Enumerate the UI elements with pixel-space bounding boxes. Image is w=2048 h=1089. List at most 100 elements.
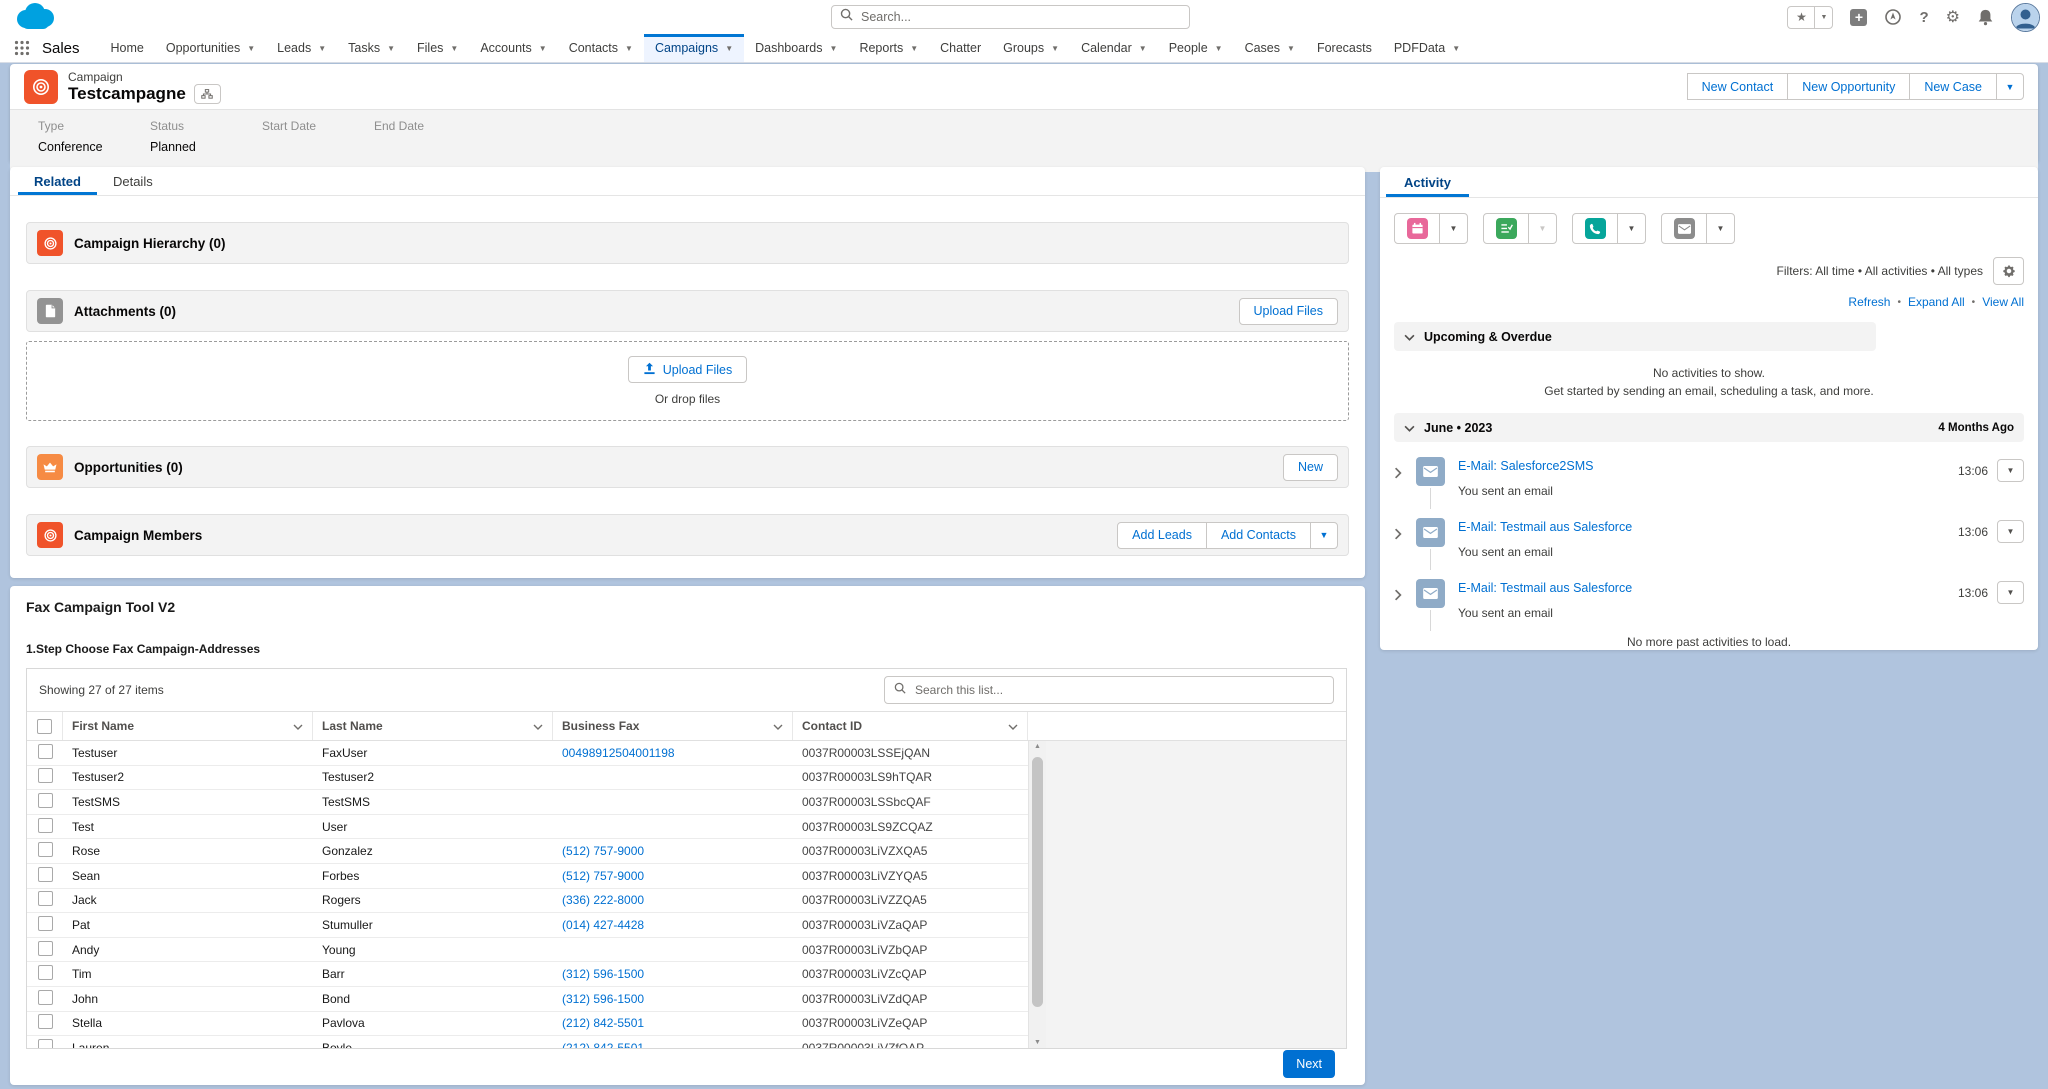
nav-tab[interactable]: PDFData ▼ [1383, 34, 1471, 62]
table-row[interactable]: Stella Pavlova (212) 842-5501 0037R00003… [27, 1012, 1028, 1037]
table-row[interactable]: Rose Gonzalez (512) 757-9000 0037R00003L… [27, 839, 1028, 864]
chevron-down-icon[interactable]: ▼ [247, 44, 255, 53]
favorites-star-icon[interactable]: ★ [1788, 7, 1815, 28]
chevron-down-icon[interactable]: ▼ [1215, 44, 1223, 53]
chevron-down-icon[interactable]: ▼ [1051, 44, 1059, 53]
guidance-center-icon[interactable] [1884, 8, 1902, 26]
chevron-down-icon[interactable] [1008, 719, 1018, 733]
chevron-down-icon[interactable]: ▼ [830, 44, 838, 53]
activity-title-link[interactable]: E-Mail: Testmail aus Salesforce [1458, 581, 1958, 595]
scroll-up-arrow[interactable]: ▲ [1029, 743, 1046, 750]
activity-actions-dropdown-button[interactable]: ▼ [1997, 581, 2024, 604]
global-search[interactable] [831, 5, 1190, 29]
notifications-bell-icon[interactable] [1977, 8, 1994, 26]
cell-business-fax[interactable]: (014) 427-4428 [553, 918, 793, 932]
global-search-input[interactable] [859, 9, 1181, 25]
record-action-button[interactable]: New Case [1909, 73, 1997, 100]
table-row[interactable]: Test User 0037R00003LS9ZCQAZ [27, 815, 1028, 840]
record-action-button[interactable]: New Contact [1687, 73, 1789, 100]
record-tab[interactable]: Details [97, 167, 169, 195]
expand-chevron-icon[interactable] [1394, 588, 1410, 606]
nav-tab[interactable]: Home ▼ [100, 34, 155, 62]
chevron-down-icon[interactable]: ▼ [1452, 44, 1460, 53]
email-dropdown-button[interactable]: ▼ [1706, 213, 1735, 244]
table-row[interactable]: Lauren Boyle (212) 842-5501 0037R00003Li… [27, 1036, 1028, 1048]
view-all-link[interactable]: View All [1982, 295, 2024, 309]
upcoming-overdue-section[interactable]: Upcoming & Overdue [1394, 322, 1876, 351]
campaign-hierarchy-section[interactable]: Campaign Hierarchy (0) [26, 222, 1349, 264]
expand-chevron-icon[interactable] [1394, 466, 1410, 484]
row-checkbox[interactable] [38, 867, 53, 882]
app-launcher-icon[interactable] [14, 34, 30, 62]
call-dropdown-button[interactable]: ▼ [1617, 213, 1646, 244]
log-a-call-button[interactable] [1572, 213, 1618, 244]
select-all-checkbox[interactable] [37, 719, 52, 734]
view-campaign-hierarchy-button[interactable] [194, 84, 221, 104]
row-checkbox[interactable] [38, 768, 53, 783]
chevron-down-icon[interactable]: ▼ [725, 44, 733, 53]
scrollbar-thumb[interactable] [1032, 757, 1043, 1007]
nav-tab[interactable]: Cases ▼ [1234, 34, 1306, 62]
row-checkbox[interactable] [38, 916, 53, 931]
cell-business-fax[interactable]: (212) 842-5501 [553, 1041, 793, 1048]
campaign-members-dropdown-button[interactable]: ▼ [1310, 522, 1338, 549]
new-event-button[interactable] [1394, 213, 1440, 244]
activity-actions-dropdown-button[interactable]: ▼ [1997, 520, 2024, 543]
file-dropzone[interactable]: Upload Files Or drop files [26, 341, 1349, 421]
column-header-contact-id[interactable]: Contact ID [793, 712, 1028, 740]
chevron-down-icon[interactable]: ▼ [450, 44, 458, 53]
nav-tab[interactable]: Leads ▼ [266, 34, 337, 62]
cell-business-fax[interactable]: (212) 842-5501 [553, 1016, 793, 1030]
row-checkbox[interactable] [38, 793, 53, 808]
activity-settings-gear-icon[interactable] [1993, 257, 2024, 285]
column-header-last-name[interactable]: Last Name [313, 712, 553, 740]
chevron-down-icon[interactable] [773, 719, 783, 733]
chevron-down-icon[interactable]: ▼ [910, 44, 918, 53]
nav-tab[interactable]: Chatter ▼ [929, 34, 992, 62]
nav-tab[interactable]: Reports ▼ [848, 34, 929, 62]
chevron-down-icon[interactable]: ▼ [539, 44, 547, 53]
cell-business-fax[interactable]: (312) 596-1500 [553, 967, 793, 981]
row-checkbox[interactable] [38, 965, 53, 980]
setup-gear-icon[interactable]: ⚙ [1946, 7, 1960, 27]
nav-tab[interactable]: Groups ▼ [992, 34, 1070, 62]
activity-title-link[interactable]: E-Mail: Salesforce2SMS [1458, 459, 1958, 473]
row-checkbox[interactable] [38, 818, 53, 833]
row-checkbox[interactable] [38, 891, 53, 906]
new-task-button[interactable] [1483, 213, 1529, 244]
cell-business-fax[interactable]: (312) 596-1500 [553, 992, 793, 1006]
expand-chevron-icon[interactable] [1394, 527, 1410, 545]
add-contacts-button[interactable]: Add Contacts [1206, 522, 1311, 549]
row-checkbox[interactable] [38, 1039, 53, 1048]
more-actions-dropdown-button[interactable]: ▼ [1996, 73, 2024, 100]
table-row[interactable]: Jack Rogers (336) 222-8000 0037R00003LiV… [27, 889, 1028, 914]
task-dropdown-button[interactable]: ▼ [1528, 213, 1557, 244]
expand-all-link[interactable]: Expand All [1908, 295, 1965, 309]
email-button[interactable] [1661, 213, 1707, 244]
nav-tab[interactable]: Campaigns ▼ [644, 34, 744, 62]
month-section[interactable]: June • 2023 4 Months Ago [1394, 413, 2024, 442]
next-button[interactable]: Next [1283, 1050, 1335, 1078]
column-header-first-name[interactable]: First Name [63, 712, 313, 740]
nav-tab[interactable]: Tasks ▼ [337, 34, 406, 62]
attachments-section[interactable]: Attachments (0) Upload Files [26, 290, 1349, 332]
refresh-link[interactable]: Refresh [1848, 295, 1890, 309]
activity-title-link[interactable]: E-Mail: Testmail aus Salesforce [1458, 520, 1958, 534]
help-icon[interactable]: ? [1919, 9, 1928, 26]
event-dropdown-button[interactable]: ▼ [1439, 213, 1468, 244]
cell-business-fax[interactable]: 00498912504001198 [553, 746, 793, 760]
nav-tab[interactable]: Forecasts ▼ [1306, 34, 1383, 62]
cell-business-fax[interactable]: (512) 757-9000 [553, 869, 793, 883]
row-checkbox[interactable] [38, 990, 53, 1005]
table-row[interactable]: Andy Young 0037R00003LiVZbQAP [27, 938, 1028, 963]
nav-tab[interactable]: Contacts ▼ [558, 34, 644, 62]
table-row[interactable]: John Bond (312) 596-1500 0037R00003LiVZd… [27, 987, 1028, 1012]
row-checkbox[interactable] [38, 744, 53, 759]
row-checkbox[interactable] [38, 1014, 53, 1029]
chevron-down-icon[interactable]: ▼ [1139, 44, 1147, 53]
table-row[interactable]: Pat Stumuller (014) 427-4428 0037R00003L… [27, 913, 1028, 938]
scroll-down-arrow[interactable]: ▼ [1029, 1039, 1046, 1046]
table-row[interactable]: Testuser2 Testuser2 0037R00003LS9hTQAR [27, 766, 1028, 791]
new-opportunity-button[interactable]: New [1283, 454, 1338, 481]
dropzone-upload-files-button[interactable]: Upload Files [628, 356, 747, 383]
